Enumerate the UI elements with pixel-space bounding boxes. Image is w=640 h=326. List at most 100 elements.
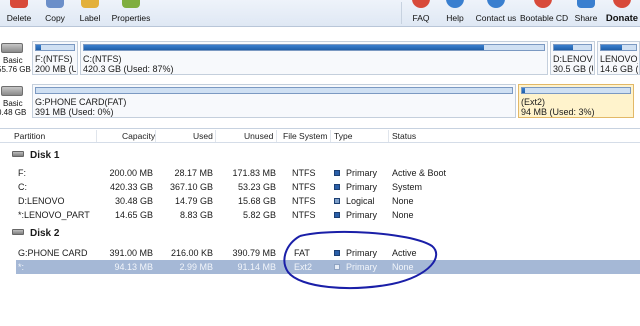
disk-2-info[interactable]: Basic 0.48 GB (0, 86, 28, 120)
disk-group-label: Disk 2 (30, 228, 60, 239)
cell-type-label: Primary (346, 262, 377, 272)
cell-type: Primary (334, 262, 377, 272)
cell-used: 8.83 GB (179, 210, 213, 220)
disk-2-type: Basic (3, 99, 23, 108)
column-divider[interactable] (155, 130, 156, 142)
disk-group-2[interactable]: Disk 2 (12, 228, 59, 239)
delete-icon (10, 0, 28, 8)
copy-icon (46, 0, 64, 8)
bootable-cd-label: Bootable CD (520, 13, 569, 23)
partition-size: 200 MB (Use (35, 64, 76, 74)
donate-label: Donate (605, 13, 639, 24)
help-button[interactable]: Help (440, 0, 470, 27)
cell-file-system: NTFS (292, 210, 316, 220)
column-header-type[interactable]: Type (334, 131, 352, 141)
cell-partition: C: (18, 182, 27, 192)
table-row[interactable]: G:PHONE CARD 391.00 MB 216.00 KB 390.79 … (16, 246, 640, 260)
copy-button[interactable]: Copy (38, 0, 72, 27)
disk-1-info[interactable]: Basic 55.76 GB (0, 43, 31, 77)
column-divider[interactable] (215, 130, 216, 142)
partition-block-ext2[interactable]: (Ext2) 94 MB (Used: 3%) (518, 84, 634, 118)
table-row[interactable]: *:LENOVO_PART 14.65 GB 8.83 GB 5.82 GB N… (16, 208, 640, 222)
properties-button[interactable]: Properties (108, 0, 154, 27)
partition-name: D:LENOVO(N (553, 54, 593, 64)
delete-label: Delete (6, 13, 32, 23)
column-header-file-system[interactable]: File System (283, 131, 327, 141)
column-header-capacity[interactable]: Capacity (122, 131, 155, 141)
partition-size: 94 MB (Used: 3%) (521, 107, 595, 117)
table-row[interactable]: D:LENOVO 30.48 GB 14.79 GB 15.68 GB NTFS… (16, 194, 640, 208)
cell-file-system: FAT (294, 248, 310, 258)
donate-button[interactable]: Donate (604, 0, 640, 27)
help-icon (446, 0, 464, 8)
disk-2-size: 0.48 GB (0, 108, 27, 117)
column-divider[interactable] (276, 130, 277, 142)
column-divider[interactable] (96, 130, 97, 142)
cell-used: 28.17 MB (174, 168, 213, 178)
cell-file-system: NTFS (292, 168, 316, 178)
column-header-status[interactable]: Status (392, 131, 416, 141)
column-header-partition[interactable]: Partition (14, 131, 45, 141)
cell-unused: 171.83 MB (232, 168, 276, 178)
label-button[interactable]: Label (72, 0, 108, 27)
partition-block-g[interactable]: G:PHONE CARD(FAT) 391 MB (Used: 0%) (32, 84, 516, 118)
disk-group-1[interactable]: Disk 1 (12, 150, 59, 161)
cell-used: 367.10 GB (169, 182, 213, 192)
partition-name: LENOVO_PA (600, 54, 638, 64)
properties-label: Properties (111, 13, 151, 23)
cell-type: Primary (334, 248, 377, 258)
partition-block-f[interactable]: F:(NTFS) 200 MB (Use (32, 41, 78, 75)
copy-label: Copy (45, 13, 65, 23)
usage-bar (35, 44, 75, 51)
cell-file-system: NTFS (292, 196, 316, 206)
cell-status: Active (392, 248, 417, 258)
cell-type-label: Primary (346, 182, 377, 192)
usage-bar (35, 87, 513, 94)
share-icon (577, 0, 595, 8)
contact-us-label: Contact us (475, 13, 517, 23)
contact-icon (487, 0, 505, 8)
partition-block-c[interactable]: C:(NTFS) 420.3 GB (Used: 87%) (80, 41, 548, 75)
cell-type-label: Primary (346, 210, 377, 220)
share-button[interactable]: Share (570, 0, 602, 27)
toolbar: Delete Copy Label Properties FAQ Help Co… (0, 0, 640, 27)
table-header: Partition Capacity Used Unused File Syst… (0, 129, 640, 143)
cell-type-label: Primary (346, 168, 377, 178)
cell-status: System (392, 182, 423, 192)
faq-button[interactable]: FAQ (406, 0, 436, 27)
toolbar-separator (401, 2, 402, 24)
hard-drive-icon (1, 43, 23, 53)
column-divider[interactable] (330, 130, 331, 142)
cell-capacity: 14.65 GB (114, 210, 153, 220)
column-header-used[interactable]: Used (193, 131, 213, 141)
table-row[interactable]: F: 200.00 MB 28.17 MB 171.83 MB NTFS Pri… (16, 166, 640, 180)
properties-icon (122, 0, 140, 8)
partition-type-icon (334, 198, 340, 204)
column-header-unused[interactable]: Unused (244, 131, 273, 141)
label-icon (81, 0, 99, 8)
table-row-selected[interactable]: *: 94.13 MB 2.99 MB 91.14 MB Ext2 Primar… (16, 260, 640, 274)
cell-capacity: 391.00 MB (109, 248, 153, 258)
usage-bar-fill (522, 88, 526, 93)
disk-map-disk-1: Basic 55.76 GB F:(NTFS) 200 MB (Use C:(N… (0, 39, 640, 79)
partition-block-lenovo-part[interactable]: LENOVO_PA 14.6 GB (Us (597, 41, 640, 75)
partition-block-d[interactable]: D:LENOVO(N 30.5 GB (Us (550, 41, 595, 75)
partition-size: 14.6 GB (Us (600, 64, 638, 74)
cell-capacity: 94.13 MB (114, 262, 153, 272)
disk-1-type: Basic (3, 56, 23, 65)
cell-partition: G:PHONE CARD (18, 248, 88, 258)
cell-file-system: Ext2 (294, 262, 313, 272)
delete-button[interactable]: Delete (0, 0, 38, 27)
share-label: Share (574, 13, 598, 23)
contact-us-button[interactable]: Contact us (474, 0, 518, 27)
cell-status: None (392, 262, 414, 272)
partition-type-icon (334, 264, 340, 270)
cell-partition: *: (18, 262, 25, 272)
partition-size: 420.3 GB (Used: 87%) (83, 64, 174, 74)
column-divider[interactable] (388, 130, 389, 142)
partition-type-icon (334, 212, 340, 218)
disk-group-label: Disk 1 (30, 150, 60, 161)
bootable-cd-button[interactable]: Bootable CD (520, 0, 569, 27)
table-row[interactable]: C: 420.33 GB 367.10 GB 53.23 GB NTFS Pri… (16, 180, 640, 194)
cell-type-label: Logical (346, 196, 375, 206)
